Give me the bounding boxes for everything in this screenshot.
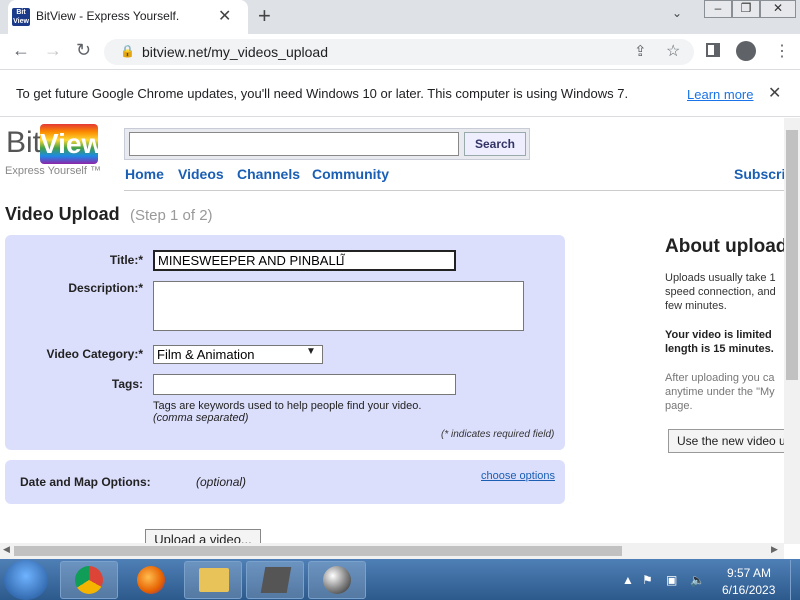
tray-flag-icon[interactable]: ⚑ [642, 573, 653, 587]
tab-title: BitView - Express Yourself. [36, 9, 180, 23]
search-input[interactable] [129, 132, 459, 156]
page-step: (Step 1 of 2) [130, 207, 213, 224]
folder-icon [199, 568, 229, 592]
side-panel-icon[interactable] [706, 43, 720, 57]
reload-icon[interactable]: ↻ [76, 40, 91, 61]
text-cursor-icon: Ĩ [341, 253, 345, 268]
windows-taskbar [0, 559, 800, 600]
share-icon[interactable]: ⇪ [634, 42, 647, 60]
tags-help-text: Tags are keywords used to help people fi… [153, 400, 422, 412]
horizontal-scroll-thumb[interactable] [14, 546, 622, 556]
use-new-uploader-button[interactable]: Use the new video u [668, 429, 788, 453]
scroll-left-arrow-icon[interactable]: ◀ [3, 544, 10, 555]
select-chevron-icon[interactable]: ▼ [306, 346, 316, 357]
search-button[interactable]: Search [464, 132, 526, 156]
choose-options-link[interactable]: choose options [481, 470, 555, 482]
show-desktop-button[interactable] [790, 560, 800, 600]
forward-icon[interactable]: → [44, 40, 62, 61]
infobar-message: To get future Google Chrome updates, you… [16, 86, 629, 101]
bookmark-star-icon[interactable]: ☆ [666, 41, 680, 61]
profile-avatar-icon[interactable] [736, 41, 756, 61]
minimize-icon[interactable]: – [704, 0, 732, 18]
restore-icon[interactable]: ❐ [732, 0, 760, 18]
app-icon [260, 567, 292, 593]
tray-network-icon[interactable]: ▣ [666, 573, 677, 587]
taskbar-explorer[interactable] [184, 561, 242, 599]
date-map-optional: (optional) [196, 475, 247, 489]
nav-home[interactable]: Home [125, 166, 164, 182]
tags-help-note: (comma separated) [153, 412, 249, 424]
lock-icon[interactable]: 🔒 [120, 44, 135, 58]
taskbar-pinball[interactable] [308, 561, 366, 599]
about-text-3a: After uploading you ca [665, 372, 775, 384]
page-title: Video Upload [5, 204, 120, 224]
tags-input[interactable] [153, 374, 456, 395]
learn-more-link[interactable]: Learn more [687, 87, 753, 102]
about-text-1c: few minutes. [665, 300, 727, 312]
about-uploading-title: About upload [665, 236, 788, 257]
scroll-right-arrow-icon[interactable]: ▶ [771, 544, 778, 555]
about-text-1a: Uploads usually take 1 [665, 272, 776, 284]
tray-volume-icon[interactable]: 🔈 [690, 573, 705, 587]
required-note: (* indicates required field) [441, 429, 555, 440]
nav-videos[interactable]: Videos [178, 166, 224, 182]
category-label: Video Category:* [46, 347, 143, 361]
about-text-3b: anytime under the "My [665, 386, 775, 398]
clock-time[interactable]: 9:57 AM [727, 566, 771, 580]
tab-search-chevron-icon[interactable]: ⌄ [672, 6, 682, 20]
tray-expand-icon[interactable]: ▲ [622, 573, 634, 587]
description-label: Description:* [68, 281, 143, 295]
menu-kebab-icon[interactable]: ⋮ [774, 41, 790, 61]
header-divider [124, 190, 784, 191]
about-text-3c: page. [665, 400, 693, 412]
pinball-icon [323, 566, 351, 594]
category-select[interactable]: Film & Animation [153, 345, 323, 364]
logo-tagline: Express Yourself ™ [5, 165, 101, 177]
title-label: Title:* [109, 253, 143, 267]
firefox-icon [137, 566, 165, 594]
tab-close-icon[interactable]: ✕ [218, 6, 231, 26]
taskbar-app[interactable] [246, 561, 304, 599]
logo-bit-text[interactable]: Bit [6, 126, 41, 160]
back-icon[interactable]: ← [12, 40, 30, 61]
nav-community[interactable]: Community [312, 166, 389, 182]
vertical-scroll-thumb[interactable] [786, 130, 798, 380]
date-map-label: Date and Map Options: [20, 475, 151, 489]
start-button-icon[interactable] [4, 560, 48, 600]
chrome-icon [75, 566, 103, 594]
about-text-1b: speed connection, and [665, 286, 776, 298]
tags-label: Tags: [111, 377, 143, 391]
bitview-favicon-icon: Bit View [12, 8, 30, 26]
close-window-icon[interactable]: ✕ [760, 0, 796, 18]
url-text[interactable]: bitview.net/my_videos_upload [142, 44, 328, 60]
about-text-2b: length is 15 minutes. [665, 343, 774, 355]
title-input[interactable]: MINESWEEPER AND PINBALL [153, 250, 456, 271]
logo-view-badge[interactable]: View [40, 124, 103, 164]
taskbar-firefox[interactable] [122, 561, 180, 599]
taskbar-chrome[interactable] [60, 561, 118, 599]
infobar-close-icon[interactable]: ✕ [768, 83, 781, 103]
clock-date[interactable]: 6/16/2023 [722, 583, 775, 597]
description-textarea[interactable] [153, 281, 524, 331]
about-text-2a: Your video is limited [665, 329, 772, 341]
new-tab-icon[interactable]: + [258, 3, 271, 29]
nav-channels[interactable]: Channels [237, 166, 300, 182]
